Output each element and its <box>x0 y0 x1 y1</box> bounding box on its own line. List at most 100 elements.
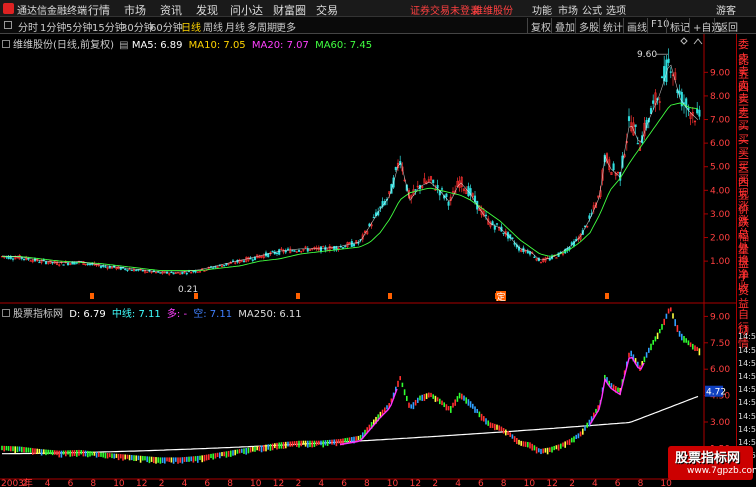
candle-body <box>528 251 532 255</box>
indicator-bar <box>10 446 12 452</box>
indicator-bar <box>291 441 294 447</box>
indicator-bar <box>586 422 588 428</box>
indicator-bar <box>181 457 184 464</box>
indicator-bar <box>337 439 340 444</box>
indicator-bar <box>654 336 657 342</box>
indicator-bar <box>208 454 210 460</box>
indicator-bar <box>199 455 201 460</box>
indicator-bar <box>478 411 481 418</box>
xaxis-label: 12 <box>410 479 421 487</box>
indicator-bar <box>423 394 426 401</box>
indicator-bar <box>285 441 287 449</box>
indicator-bar <box>62 450 65 455</box>
xaxis-label: 12 <box>273 479 284 487</box>
duo-line-2 <box>589 356 645 425</box>
candle-body <box>20 257 23 259</box>
indicator-bar <box>100 452 102 457</box>
indicator-bar <box>698 348 701 356</box>
indicator-bar <box>425 393 428 400</box>
stock-chart[interactable]: 9.00 8.00 7.00 6.00 5.00 4.00 3.00 2.00 1.00 9.00… <box>0 0 736 487</box>
candle-body <box>214 266 217 268</box>
indicator-bar <box>104 452 107 459</box>
indicator-bar <box>300 440 302 447</box>
candle-body <box>495 223 499 225</box>
candle-body <box>104 266 107 268</box>
indicator-bar <box>298 440 300 448</box>
xaxis-label: 12 <box>546 479 557 487</box>
indicator-bar <box>397 380 399 387</box>
xaxis-label: 6 <box>68 479 74 487</box>
main-ytick-label: 8.00 <box>710 92 730 102</box>
indicator-bar <box>179 457 181 463</box>
candle-body <box>698 109 701 117</box>
indicator-bar <box>45 449 47 456</box>
candle-body <box>394 167 397 171</box>
main-legend: 维维股份(日线,前复权) ▤ MA5: 6.89 MA10: 7.05 MA20… <box>2 36 372 51</box>
candle-body <box>493 226 496 230</box>
indicator-bar <box>230 450 232 457</box>
xaxis-label: 6 <box>341 479 347 487</box>
indicator-bar <box>274 443 276 449</box>
candle-body <box>278 249 281 255</box>
stock-title: 维维股份(日线,前复权) <box>13 40 114 51</box>
indicator-bar <box>670 307 672 312</box>
indicator-bar <box>524 441 527 447</box>
event-marker <box>388 293 392 299</box>
indicator-bar <box>665 313 668 319</box>
indicator-bar <box>102 452 104 458</box>
candle-body <box>38 261 41 264</box>
indicator-bar <box>386 405 388 410</box>
xaxis-label: 4 <box>455 479 461 487</box>
indicator-bar <box>51 450 54 456</box>
indicator-bar <box>238 449 241 454</box>
sub-toggle-icon[interactable] <box>2 309 10 317</box>
tick-time: 14:50 <box>738 358 756 368</box>
xaxis-label: 6 <box>478 479 484 487</box>
xaxis-label: 8 <box>364 479 370 487</box>
xaxis-label: 2003年 <box>1 477 33 487</box>
candle-body <box>612 163 615 171</box>
xaxis-label: 8 <box>638 479 644 487</box>
tick-time: 14:50 <box>738 385 756 395</box>
indicator-bar <box>5 445 8 451</box>
candle-body <box>271 250 274 253</box>
indicator-bar <box>84 450 87 457</box>
indicator-bar <box>287 441 289 447</box>
ma-icon: ▤ <box>119 40 129 51</box>
indicator-bar <box>491 423 494 428</box>
candle-body <box>181 272 184 275</box>
indicator-bar <box>212 453 214 460</box>
indicator-bar <box>247 447 250 454</box>
indicator-bar <box>324 440 327 446</box>
indicator-bar <box>485 418 487 425</box>
indicator-bar <box>73 450 76 456</box>
event-mark-label: 定 <box>497 291 506 303</box>
event-marker <box>90 293 94 299</box>
tick-time: 14:50 <box>738 411 756 421</box>
indicator-bar <box>183 457 186 462</box>
ma60-value: MA60: 7.45 <box>315 40 373 51</box>
indicator-bar <box>87 450 89 458</box>
indicator-bar <box>80 450 82 455</box>
indicator-bar <box>256 446 258 451</box>
indicator-bar <box>557 444 560 451</box>
indicator-bar <box>681 333 683 341</box>
indicator-bar <box>489 422 492 428</box>
indicator-bar <box>696 346 698 351</box>
indicator-bar <box>1 445 3 451</box>
legend-toggle-icon[interactable] <box>2 40 10 48</box>
duo-line <box>339 388 398 446</box>
indicator-bar <box>414 399 417 406</box>
indicator-bar <box>54 450 56 455</box>
event-marker <box>194 293 198 299</box>
indicator-bar <box>643 356 646 363</box>
candle-body <box>159 272 162 274</box>
indicator-bar <box>153 456 155 464</box>
indicator-bar <box>245 448 247 455</box>
indicator-bar <box>194 456 197 462</box>
candle-body <box>484 214 488 217</box>
xaxis-label: 2 <box>159 479 165 487</box>
candle-body <box>555 257 558 259</box>
indicator-kong: 空: 7.11 <box>193 309 233 320</box>
main-ytick-label: 4.00 <box>710 186 730 196</box>
